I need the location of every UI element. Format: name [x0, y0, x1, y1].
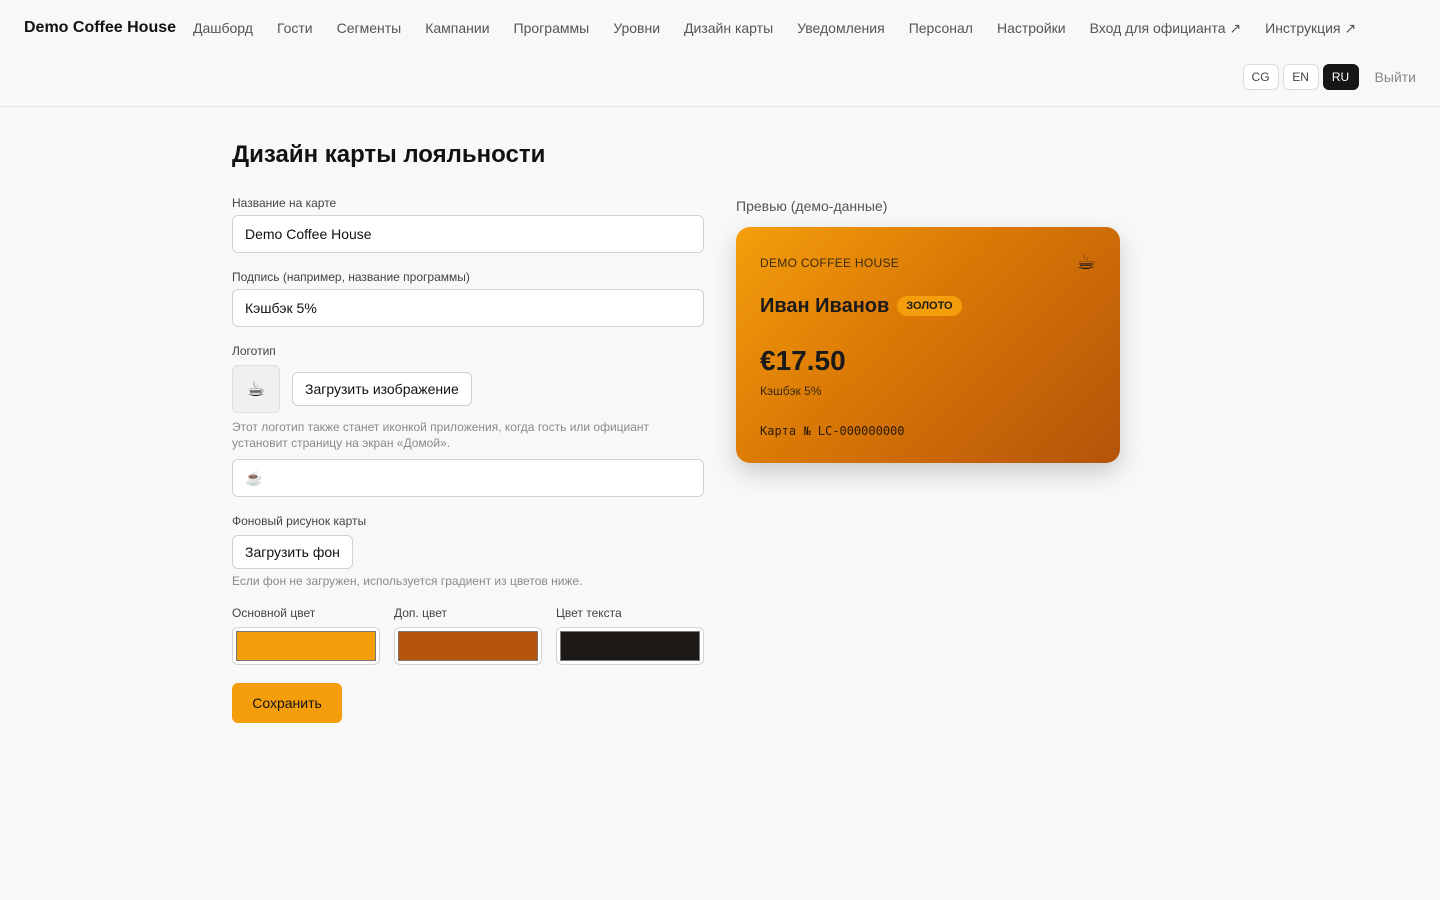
save-button[interactable]: Сохранить — [232, 683, 342, 723]
secondary-color-picker[interactable] — [394, 627, 542, 665]
subtitle-input[interactable]: Кэшбэк 5% — [232, 289, 704, 327]
card-name-input[interactable]: Demo Coffee House — [232, 215, 704, 253]
nav-waiter-login[interactable]: Вход для официанта ↗ — [1090, 19, 1242, 37]
brand-name[interactable]: Demo Coffee House — [24, 18, 176, 38]
secondary-color-label: Доп. цвет — [394, 606, 447, 620]
nav-programs[interactable]: Программы — [514, 19, 590, 37]
text-color-group: Цвет текста — [556, 605, 704, 665]
subtitle-label: Подпись (например, название программы) — [232, 270, 470, 284]
card-balance: €17.50 — [760, 345, 846, 376]
logo-row: ☕ Загрузить изображение — [232, 365, 704, 413]
nav-segments[interactable]: Сегменты — [337, 19, 402, 37]
card-guest-row: Иван Иванов ЗОЛОТО — [760, 294, 962, 318]
nav-dashboard[interactable]: Дашборд — [193, 19, 253, 37]
preview-label: Превью (демо-данные) — [736, 198, 888, 214]
text-color-picker[interactable] — [556, 627, 704, 665]
card-program: Кэшбэк 5% — [760, 384, 822, 398]
color-pickers: Основной цвет Доп. цвет Цвет текста — [232, 605, 704, 665]
card-org-name: DEMO COFFEE HOUSE — [760, 256, 900, 270]
logo-emoji-input[interactable]: ☕ — [232, 459, 704, 497]
nav-campaigns[interactable]: Кампании — [425, 19, 489, 37]
lang-en-button[interactable]: EN — [1282, 64, 1319, 90]
card-number: Карта № LC-000000000 — [760, 424, 905, 438]
text-color-swatch — [560, 631, 700, 661]
nav-instructions[interactable]: Инструкция ↗ — [1265, 19, 1356, 37]
card-design-form: Название на карте Demo Coffee House Подп… — [232, 195, 704, 723]
nav-staff[interactable]: Персонал — [909, 19, 973, 37]
background-hint: Если фон не загружен, используется гради… — [232, 574, 583, 588]
guest-name: Иван Иванов — [760, 295, 890, 317]
logout-link[interactable]: Выйти — [1375, 69, 1416, 85]
language-switcher: CG EN RU Выйти — [1242, 64, 1416, 90]
upload-image-button[interactable]: Загрузить изображение — [292, 372, 472, 406]
main-nav: Дашборд Гости Сегменты Кампании Программ… — [193, 19, 1380, 37]
primary-color-group: Основной цвет — [232, 605, 380, 665]
secondary-color-swatch — [398, 631, 538, 661]
upload-background-button[interactable]: Загрузить фон — [232, 535, 353, 569]
background-label: Фоновый рисунок карты — [232, 514, 367, 528]
tier-badge: ЗОЛОТО — [897, 296, 962, 316]
primary-color-swatch — [236, 631, 376, 661]
logo-preview-coffee-icon: ☕ — [232, 365, 280, 413]
coffee-icon: ☕ — [1076, 249, 1096, 274]
nav-notifications[interactable]: Уведомления — [797, 19, 885, 37]
nav-card-design[interactable]: Дизайн карты — [684, 19, 773, 37]
nav-guests[interactable]: Гости — [277, 19, 313, 37]
page-title: Дизайн карты лояльности — [232, 141, 546, 168]
top-header: Demo Coffee House Дашборд Гости Сегменты… — [0, 0, 1440, 107]
card-name-label: Название на карте — [232, 196, 337, 210]
lang-ru-button[interactable]: RU — [1322, 64, 1359, 90]
secondary-color-group: Доп. цвет — [394, 605, 542, 665]
nav-levels[interactable]: Уровни — [613, 19, 660, 37]
text-color-label: Цвет текста — [556, 606, 622, 620]
primary-color-label: Основной цвет — [232, 606, 316, 620]
nav-settings[interactable]: Настройки — [997, 19, 1066, 37]
logo-label: Логотип — [232, 344, 276, 358]
logo-hint: Этот логотип также станет иконкой прилож… — [232, 420, 650, 450]
primary-color-picker[interactable] — [232, 627, 380, 665]
loyalty-card-preview: DEMO COFFEE HOUSE ☕ Иван Иванов ЗОЛОТО €… — [736, 227, 1120, 463]
lang-cg-button[interactable]: CG — [1242, 64, 1279, 90]
